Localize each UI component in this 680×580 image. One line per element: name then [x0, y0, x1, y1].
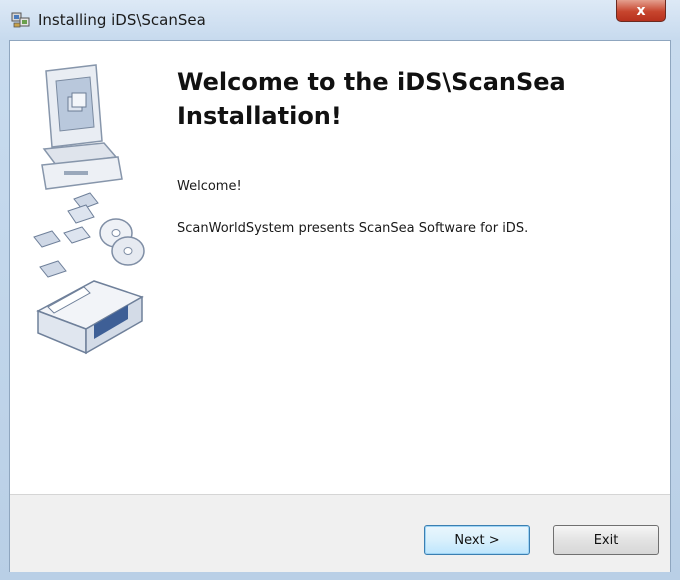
button-bar: Next > Exit [10, 494, 670, 572]
close-icon: x [636, 2, 646, 19]
description-text: ScanWorldSystem presents ScanSea Softwar… [177, 221, 529, 236]
next-button[interactable]: Next > [424, 525, 530, 555]
computer-setup-illustration [24, 61, 154, 361]
window-title: Installing iDS\ScanSea [38, 11, 206, 29]
installer-content: Welcome to the iDS\ScanSea Installation!… [9, 40, 671, 572]
exit-button[interactable]: Exit [553, 525, 659, 555]
close-button[interactable]: x [616, 0, 666, 22]
welcome-text: Welcome! [177, 179, 242, 194]
installer-app-icon [11, 11, 31, 29]
title-bar[interactable]: Installing iDS\ScanSea x [0, 0, 680, 40]
welcome-heading: Welcome to the iDS\ScanSea Installation! [177, 68, 566, 130]
installer-window: Installing iDS\ScanSea x Welcome to the … [0, 0, 680, 580]
